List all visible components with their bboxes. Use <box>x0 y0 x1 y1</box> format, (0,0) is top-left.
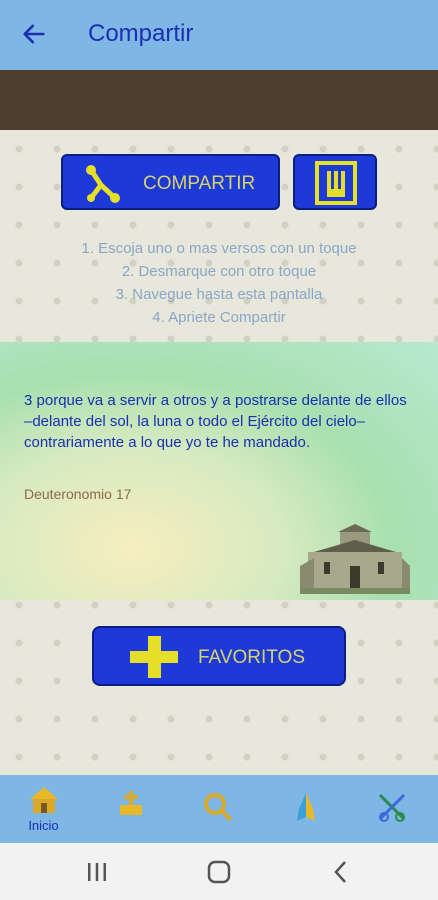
instruction-1: 1. Escoja uno o mas versos con un toque <box>81 240 357 257</box>
back-system-icon[interactable] <box>326 857 356 887</box>
church-illustration <box>300 524 410 594</box>
page-title: Compartir <box>88 20 194 47</box>
verse-reference: Deuteronomio 17 <box>24 486 132 502</box>
plus-icon <box>130 636 178 678</box>
font-size-icon <box>315 161 357 205</box>
favorites-button-label: FAVORITOS <box>198 647 305 668</box>
instruction-3: 3. Navegue hasta esta pantalla <box>115 286 323 303</box>
nav-item-prayer[interactable] <box>261 775 348 843</box>
instruction-4: 4. Apriete Compartir <box>152 309 286 326</box>
nav-item-home[interactable]: Inicio <box>0 775 87 843</box>
system-navigation-bar <box>0 843 438 900</box>
home-icon <box>30 787 58 813</box>
recent-apps-icon[interactable] <box>82 857 112 887</box>
share-button[interactable]: COMPARTIR <box>61 154 280 210</box>
nav-item-home-label: Inicio <box>28 818 59 833</box>
header-banner <box>0 70 438 130</box>
share-nodes-icon <box>86 165 120 203</box>
share-button-label: COMPARTIR <box>143 173 256 194</box>
nav-item-search[interactable] <box>174 775 261 843</box>
favorites-button[interactable]: FAVORITOS <box>92 626 346 686</box>
verse-text: 3 porque va a servir a otros y a postrar… <box>24 392 407 451</box>
home-system-icon[interactable] <box>204 857 234 887</box>
nav-item-bible[interactable] <box>87 775 174 843</box>
bible-icon <box>120 791 142 815</box>
bottom-navigation: Inicio <box>0 775 438 843</box>
praying-hands-icon <box>297 793 315 821</box>
font-size-button[interactable] <box>293 154 377 210</box>
search-icon <box>204 793 233 822</box>
instruction-2: 2. Desmarque con otro toque <box>121 263 317 280</box>
nav-item-tools[interactable] <box>348 775 435 843</box>
arrow-left-icon[interactable] <box>20 20 48 48</box>
tools-icon <box>378 793 406 822</box>
app-bar: Compartir <box>0 0 438 70</box>
